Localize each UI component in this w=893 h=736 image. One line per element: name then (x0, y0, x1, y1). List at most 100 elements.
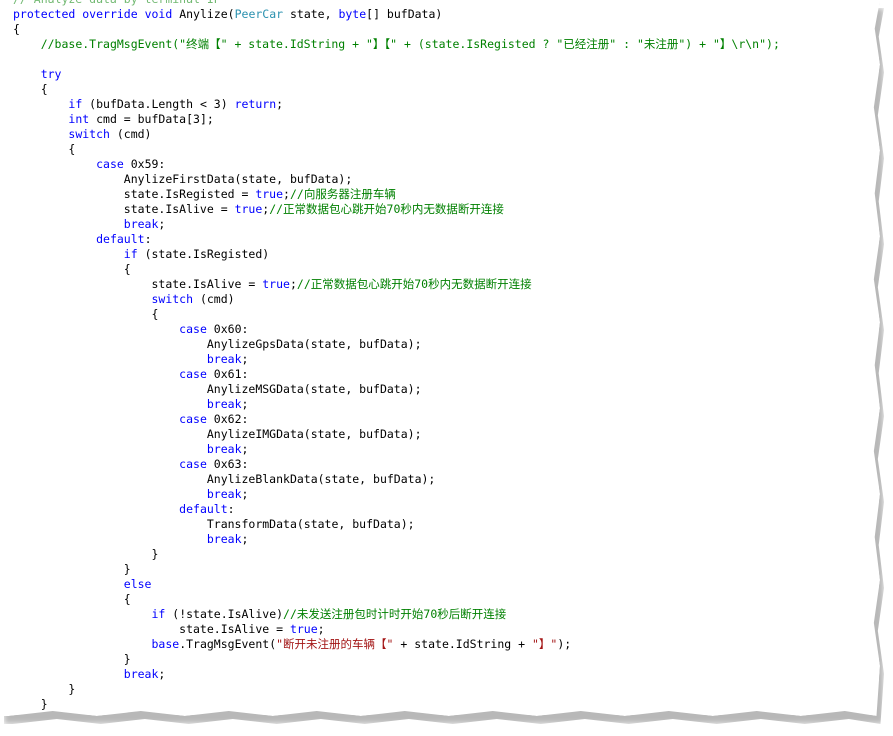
code-line: switch (cmd) (13, 292, 780, 307)
code-token: state.IsRegisted = (13, 187, 256, 201)
code-token: } (13, 547, 159, 561)
code-line: default: (13, 502, 780, 517)
code-line: protected override void Anylize(PeerCar … (13, 7, 780, 22)
code-token: [] bufData) (366, 7, 443, 21)
code-token: ); (557, 637, 572, 651)
code-line: AnylizeMSGData(state, bufData); (13, 382, 780, 397)
code-line: AnylizeGpsData(state, bufData); (13, 337, 780, 352)
code-token: ; (158, 217, 166, 231)
code-line: case 0x60: (13, 322, 780, 337)
code-token: case (179, 412, 207, 426)
code-line: break; (13, 397, 780, 412)
code-token: + state.IdString + (393, 637, 532, 651)
code-token: cmd = bufData[3]; (89, 112, 214, 126)
code-line: AnylizeFirstData(state, bufData); (13, 172, 780, 187)
code-token: : (227, 502, 235, 516)
code-line: switch (cmd) (13, 127, 780, 142)
code-token: break (206, 442, 242, 456)
code-line: //base.TragMsgEvent("终端【" + state.IdStri… (13, 37, 780, 52)
code-token: Anylize( (172, 7, 235, 21)
code-token: { (13, 592, 131, 606)
code-token: //正常数据包心跳开始70秒内无数据断开连接 (269, 202, 504, 216)
code-line: TransformData(state, bufData); (13, 517, 780, 532)
code-line: // Analyze data by terminal IP (13, 0, 780, 7)
code-token: override (82, 7, 138, 21)
code-line: } (13, 697, 780, 712)
code-token: switch (151, 292, 194, 306)
code-line: } (13, 652, 780, 667)
code-line: } (13, 682, 780, 697)
code-token: PeerCar (234, 7, 284, 21)
code-token: protected (13, 7, 76, 21)
code-token: state, (283, 7, 339, 21)
code-token: case (179, 457, 207, 471)
code-token: int (68, 112, 90, 126)
code-token: AnylizeIMGData(state, bufData); (13, 427, 422, 441)
code-token: AnylizeGpsData(state, bufData); (13, 337, 422, 351)
code-line: AnylizeBlankData(state, bufData); (13, 472, 780, 487)
code-token: state.IsAlive = (13, 277, 263, 291)
code-line: { (13, 22, 780, 37)
code-line: break; (13, 352, 780, 367)
code-token: void (144, 7, 173, 21)
code-token: 0x61: (206, 367, 249, 381)
code-token: AnylizeFirstData(state, bufData); (13, 172, 353, 186)
code-token: default (96, 232, 145, 246)
code-line: { (13, 307, 780, 322)
code-token: //正常数据包心跳开始70秒内无数据断开连接 (296, 277, 532, 291)
code-token: 0x59: (123, 157, 166, 171)
code-token: state.IsAlive = (13, 202, 235, 216)
code-token: break (123, 217, 159, 231)
code-token: } (13, 652, 131, 666)
code-line: else (13, 577, 780, 592)
code-line: { (13, 142, 780, 157)
code-token: { (13, 262, 131, 276)
code-token: if (123, 247, 138, 261)
code-line: if (!state.IsAlive)//未发送注册包时计时开始70秒后断开连接 (13, 607, 780, 622)
code-token: true (262, 277, 290, 291)
code-line: base.TragMsgEvent("断开未注册的车辆【" + state.Id… (13, 637, 780, 652)
code-line: break; (13, 532, 780, 547)
code-token: break (206, 487, 242, 501)
code-token: : (144, 232, 152, 246)
code-token: (!state.IsAlive) (165, 607, 284, 621)
code-token: break (206, 397, 242, 411)
code-token: { (13, 307, 159, 321)
code-line: if (state.IsRegisted) (13, 247, 780, 262)
code-view[interactable]: // Analyze data by terminal IPprotected … (13, 0, 780, 712)
code-token: ; (241, 397, 249, 411)
code-line: } (13, 562, 780, 577)
code-token: 0x62: (206, 412, 249, 426)
code-token: if (151, 607, 166, 621)
code-token: { (13, 142, 76, 156)
code-token: switch (68, 127, 110, 141)
code-token: "断开未注册的车辆【" (276, 637, 394, 651)
code-token: 0x60: (206, 322, 249, 336)
code-line: state.IsAlive = true;//正常数据包心跳开始70秒内无数据断… (13, 202, 780, 217)
code-token: ; (276, 97, 284, 111)
code-line: state.IsRegisted = true;//向服务器注册车辆 (13, 187, 780, 202)
code-token: ; (289, 277, 297, 291)
code-token: ; (283, 187, 290, 201)
code-token: { (13, 82, 48, 96)
code-token: break (123, 667, 159, 681)
code-line: state.IsAlive = true; (13, 622, 780, 637)
code-token: default (179, 502, 228, 516)
code-line: } (13, 547, 780, 562)
